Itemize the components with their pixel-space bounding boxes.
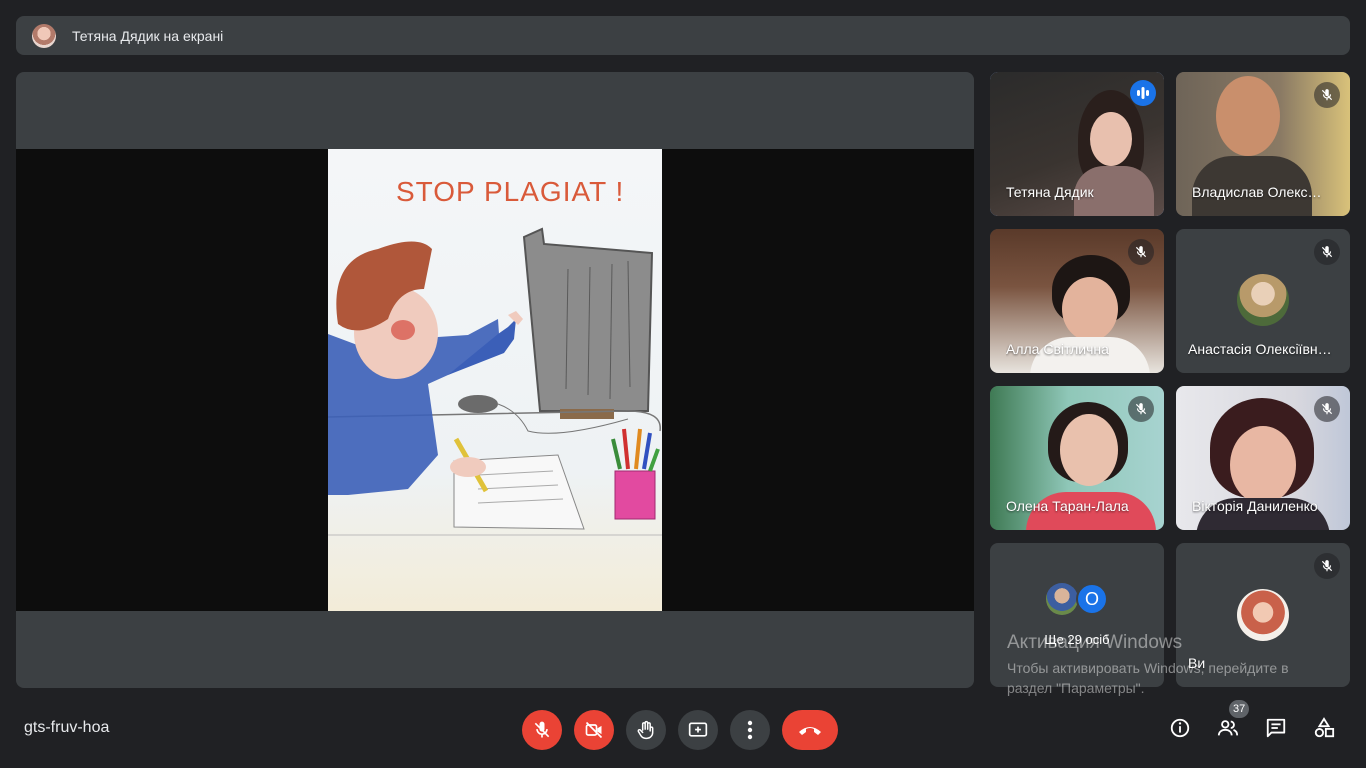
shared-screen[interactable]: STOP PLAGIAT !	[16, 72, 974, 688]
presentation-banner-text: Тетяна Дядик на екрані	[72, 27, 224, 44]
drawing-image: STOP PLAGIAT !	[327, 149, 662, 611]
participant-name: Тетяна Дядик	[1006, 184, 1094, 200]
present-now-button[interactable]	[678, 710, 718, 750]
present-icon	[688, 722, 708, 737]
participant-tile-anastasiia[interactable]: Анастасія Олексіївн…	[1176, 229, 1350, 373]
people-icon	[1217, 720, 1239, 736]
watermark-line1: Чтобы активировать Windows, перейдите в	[1007, 660, 1289, 676]
presenter-avatar	[32, 23, 56, 48]
windows-activation-watermark: Активация Windows Чтобы активировать Win…	[1007, 632, 1289, 698]
raise-hand-button[interactable]	[626, 710, 666, 750]
mic-muted-icon	[1314, 396, 1340, 422]
speaking-indicator-icon	[1130, 80, 1156, 106]
participant-name: Вікторія Даниленко	[1192, 498, 1318, 514]
mic-toggle-button[interactable]	[522, 710, 562, 750]
activities-icon	[1314, 717, 1335, 738]
meeting-code: gts-fruv-hoa	[24, 719, 110, 736]
leave-call-button[interactable]	[782, 710, 838, 750]
mic-muted-icon	[1128, 396, 1154, 422]
activities-button[interactable]	[1312, 716, 1336, 740]
camera-off-icon	[585, 721, 603, 739]
more-options-button[interactable]	[730, 710, 770, 750]
drawing-title: STOP PLAGIAT !	[396, 176, 624, 207]
participant-name: Олена Таран-Лала	[1006, 498, 1129, 514]
more-vert-icon	[747, 720, 753, 740]
participant-avatar	[1046, 583, 1078, 615]
chat-button[interactable]	[1264, 716, 1288, 740]
participant-name: Алла Світлична	[1006, 341, 1109, 357]
mic-muted-icon	[1314, 239, 1340, 265]
people-count-badge: 37	[1229, 700, 1250, 718]
participant-tile-alla[interactable]: Алла Світлична	[990, 229, 1164, 373]
meeting-details-button[interactable]	[1168, 716, 1192, 740]
mic-muted-icon	[1314, 553, 1340, 579]
hand-icon	[637, 720, 654, 740]
participant-tile-vladyslav[interactable]: Владислав Олекс…	[1176, 72, 1350, 216]
info-icon	[1170, 718, 1190, 738]
shared-screen-video: STOP PLAGIAT !	[16, 149, 974, 611]
watermark-title: Активация Windows	[1007, 632, 1183, 653]
participant-tile-olena[interactable]: Олена Таран-Лала	[990, 386, 1164, 530]
mic-muted-icon	[1314, 82, 1340, 108]
chat-icon	[1266, 718, 1286, 738]
participant-name: Анастасія Олексіївн…	[1188, 341, 1332, 357]
participant-tile-viktoriia[interactable]: Вікторія Даниленко	[1176, 386, 1350, 530]
mic-off-icon	[534, 721, 550, 738]
mic-muted-icon	[1128, 239, 1154, 265]
watermark-line2: раздел "Параметры".	[1007, 680, 1145, 696]
participant-initial-avatar: О	[1076, 583, 1108, 615]
plagiarism-drawing: STOP PLAGIAT !	[327, 176, 662, 536]
camera-toggle-button[interactable]	[574, 710, 614, 750]
people-button[interactable]	[1216, 716, 1240, 740]
participant-tile-tetiana[interactable]: Тетяна Дядик	[990, 72, 1164, 216]
participant-avatar	[1237, 274, 1289, 326]
presentation-banner: Тетяна Дядик на екрані	[16, 16, 1350, 55]
control-bar: gts-fruv-hoa 37	[0, 700, 1366, 768]
participant-name: Владислав Олекс…	[1192, 184, 1322, 200]
call-end-icon	[799, 727, 821, 735]
